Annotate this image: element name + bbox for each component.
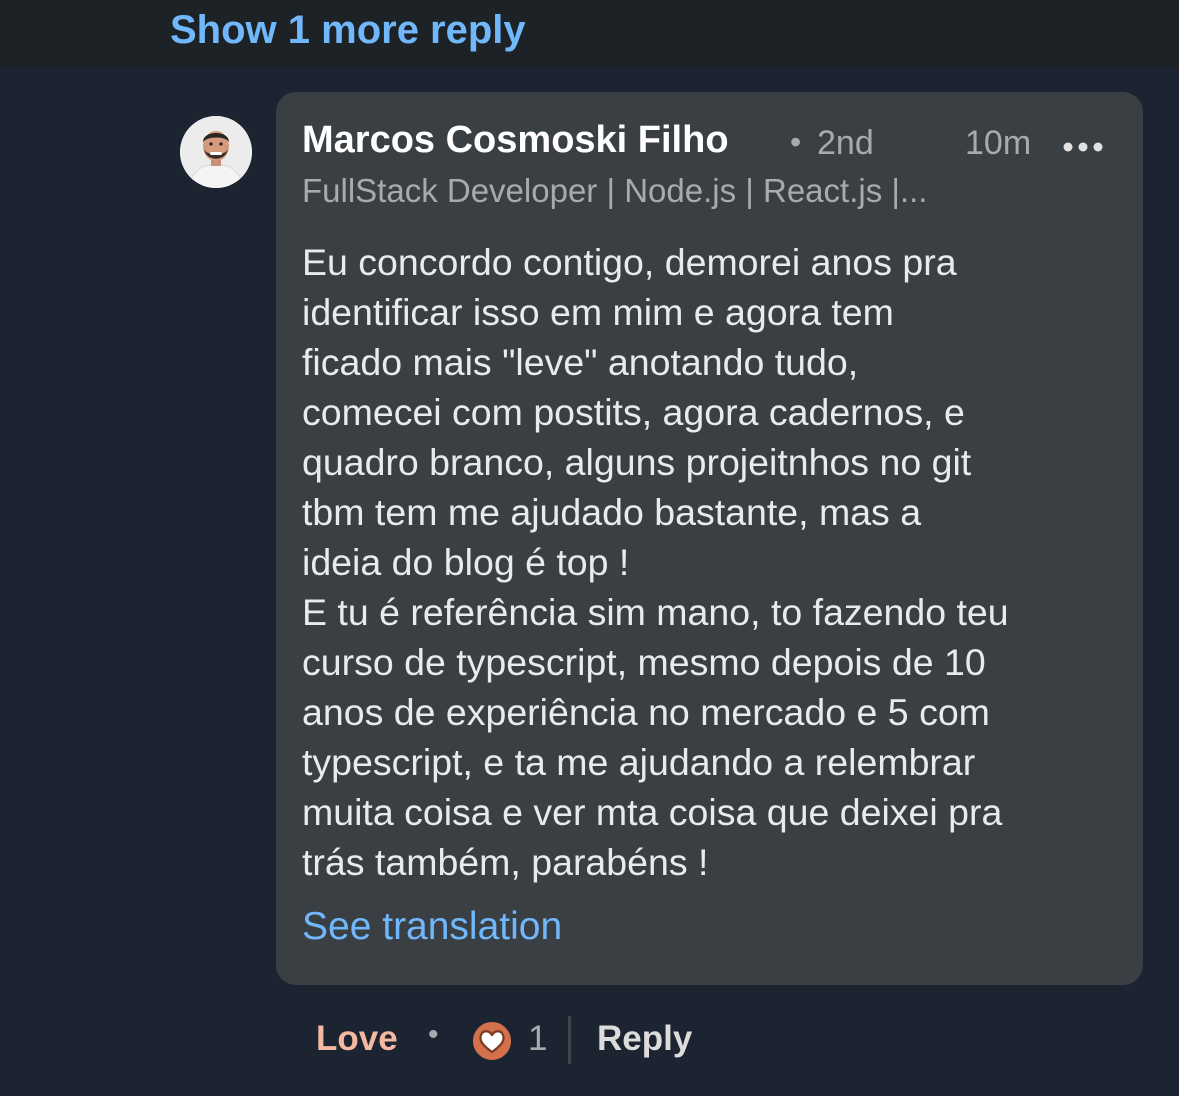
- action-separator: •: [428, 1018, 439, 1051]
- reply-button[interactable]: Reply: [597, 1019, 692, 1059]
- show-more-replies-link[interactable]: Show 1 more reply: [170, 8, 526, 53]
- comment-timestamp: 10m: [965, 124, 1032, 162]
- avatar[interactable]: [180, 116, 252, 188]
- more-options-button[interactable]: [1058, 124, 1108, 168]
- love-reaction-button[interactable]: Love: [316, 1019, 398, 1059]
- action-divider: [568, 1016, 571, 1064]
- more-horizontal-icon: [1063, 142, 1103, 152]
- reaction-count[interactable]: 1: [528, 1019, 547, 1059]
- profile-photo: [180, 116, 252, 188]
- heart-reaction-icon: [471, 1020, 513, 1062]
- see-translation-link[interactable]: See translation: [302, 905, 562, 949]
- thread-header: Show 1 more reply: [0, 0, 1179, 68]
- connection-degree: 2nd: [817, 124, 874, 162]
- author-name[interactable]: Marcos Cosmoski Filho: [302, 119, 729, 162]
- author-headline: FullStack Developer | Node.js | React.js…: [302, 172, 928, 209]
- degree-separator: •: [790, 124, 802, 160]
- reaction-summary[interactable]: [470, 1019, 514, 1063]
- comment-text: Eu concordo contigo, demorei anos pra id…: [302, 241, 1009, 883]
